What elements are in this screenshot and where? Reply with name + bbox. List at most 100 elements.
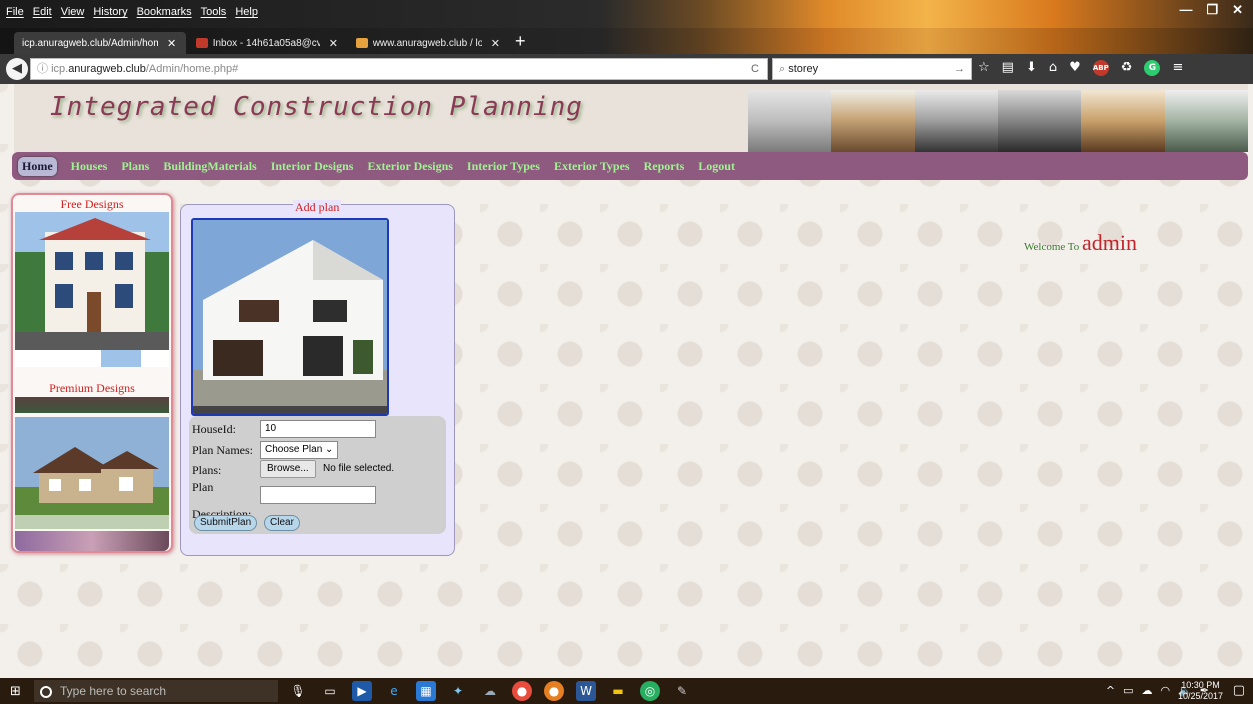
- download-icon[interactable]: ⬇: [1026, 60, 1037, 76]
- nav-logout[interactable]: Logout: [698, 159, 735, 174]
- site-title: Integrated Construction Planning: [50, 92, 583, 122]
- battery-icon[interactable]: ▭: [1123, 684, 1133, 697]
- search-icon: ⌕: [779, 63, 789, 75]
- nav-interior-types[interactable]: Interior Types: [467, 159, 540, 174]
- browser-navbar: ◀ ⓘ icp.anuragweb.club/Admin/home.php# C…: [0, 54, 1253, 84]
- premium-design-image[interactable]: [15, 417, 169, 529]
- wifi-icon[interactable]: ◠: [1160, 684, 1170, 697]
- maximize-icon[interactable]: ❐: [1206, 2, 1218, 18]
- menu-history[interactable]: History: [93, 6, 127, 18]
- taskbar-apps: 🎙 ▭ ▶ e ▦ ✦ ☁ ● ● W ▬ ◎ ✎: [288, 681, 692, 701]
- welcome-prefix: Welcome To: [1024, 241, 1080, 253]
- chevron-up-icon[interactable]: ^: [1106, 684, 1115, 697]
- taskbar-clock[interactable]: 10:30 PM 10/25/2017: [1178, 680, 1223, 702]
- adblock-icon[interactable]: ABP: [1092, 60, 1109, 76]
- store-icon[interactable]: ▦: [416, 681, 436, 701]
- reload-icon[interactable]: C: [751, 59, 759, 79]
- tab-label: Inbox - 14h61a05a8@cvsr.ac: [212, 37, 320, 49]
- nav-plans[interactable]: Plans: [121, 159, 149, 174]
- minimize-icon[interactable]: —: [1179, 2, 1192, 18]
- tab-phpmyadmin[interactable]: www.anuragweb.club / loca ✕: [348, 32, 508, 54]
- taskbar-search-placeholder: Type here to search: [60, 684, 167, 698]
- app-icon[interactable]: ✎: [672, 681, 692, 701]
- premium-strip-image: [15, 397, 169, 413]
- plan-description-input[interactable]: [260, 486, 376, 504]
- tab-close-icon[interactable]: ✕: [329, 37, 338, 50]
- nav-houses[interactable]: Houses: [71, 159, 108, 174]
- submit-plan-button[interactable]: SubmitPlan: [194, 515, 258, 531]
- menu-items: File Edit View History Bookmarks Tools H…: [6, 6, 258, 18]
- close-window-icon[interactable]: ✕: [1232, 2, 1243, 18]
- menu-help[interactable]: Help: [235, 6, 258, 18]
- taskbar-search-input[interactable]: Type here to search: [34, 680, 278, 702]
- tab-inbox[interactable]: Inbox - 14h61a05a8@cvsr.ac ✕: [188, 32, 346, 54]
- menu-view[interactable]: View: [61, 6, 85, 18]
- extension-icon[interactable]: ♻: [1121, 60, 1133, 76]
- plan-description-label-line1: Plan: [192, 480, 214, 494]
- windows-taskbar: ⊞ Type here to search 🎙 ▭ ▶ e ▦ ✦ ☁ ● ● …: [0, 678, 1253, 704]
- modern-house-drawing: [193, 220, 387, 414]
- nav-building-materials[interactable]: BuildingMaterials: [163, 159, 256, 174]
- hamburger-menu-icon[interactable]: ≡: [1172, 60, 1183, 76]
- tab-close-icon[interactable]: ✕: [491, 37, 500, 50]
- app-icon[interactable]: ◎: [640, 681, 660, 701]
- tab-admin-home[interactable]: icp.anuragweb.club/Admin/hom ✕: [14, 32, 186, 54]
- house-id-input[interactable]: 10: [260, 420, 376, 438]
- chrome-icon[interactable]: ●: [512, 681, 532, 701]
- reading-list-icon[interactable]: ▤: [1002, 60, 1014, 76]
- menu-bookmarks[interactable]: Bookmarks: [137, 6, 192, 18]
- banner-photo: [831, 90, 915, 152]
- search-go-icon[interactable]: →: [954, 59, 965, 79]
- tab-close-icon[interactable]: ✕: [167, 37, 176, 50]
- welcome-message: Welcome To admin: [1024, 230, 1137, 256]
- plan-names-label: Plan Names:: [192, 443, 253, 457]
- plan-names-select[interactable]: Choose Plan ⌄: [260, 441, 339, 459]
- url-path: /Admin/home.php#: [145, 63, 239, 75]
- new-tab-button[interactable]: +: [515, 31, 526, 52]
- word-icon[interactable]: W: [576, 681, 596, 701]
- url-bar[interactable]: ⓘ icp.anuragweb.club/Admin/home.php# C: [30, 58, 768, 80]
- menu-edit[interactable]: Edit: [33, 6, 52, 18]
- chevron-down-icon: ⌄: [325, 444, 334, 455]
- banner-photo: [997, 90, 1082, 152]
- banner-photo: [1164, 90, 1248, 152]
- menu-file[interactable]: File: [6, 6, 24, 18]
- browser-menubar: File Edit View History Bookmarks Tools H…: [0, 0, 1253, 28]
- premium-designs-heading: Premium Designs: [49, 381, 135, 395]
- nav-exterior-types[interactable]: Exterior Types: [554, 159, 630, 174]
- nav-reports[interactable]: Reports: [644, 159, 685, 174]
- windows-start-icon[interactable]: ⊞: [10, 684, 21, 699]
- browse-button[interactable]: Browse...: [260, 460, 316, 478]
- free-design-image[interactable]: [15, 212, 169, 367]
- sidebar-bottom-image: [15, 531, 169, 551]
- back-button[interactable]: ◀: [6, 58, 28, 80]
- bookmark-star-icon[interactable]: ☆: [978, 60, 990, 76]
- visual-studio-icon[interactable]: ▶: [352, 681, 372, 701]
- browser-search-input[interactable]: ⌕ storey →: [772, 58, 972, 80]
- designs-sidebar: Free Designs Premium Designs: [11, 193, 173, 553]
- app-icon[interactable]: ☁: [480, 681, 500, 701]
- nav-exterior-designs[interactable]: Exterior Designs: [367, 159, 452, 174]
- info-icon[interactable]: ⓘ: [37, 63, 48, 75]
- firefox-icon[interactable]: ●: [544, 681, 564, 701]
- onedrive-icon[interactable]: ☁: [1141, 684, 1152, 697]
- menu-tools[interactable]: Tools: [201, 6, 227, 18]
- banner-photo: [748, 90, 832, 152]
- pocket-icon[interactable]: ♥: [1069, 60, 1081, 76]
- home-icon[interactable]: ⌂: [1049, 60, 1057, 76]
- browser-toolbar: ☆ ▤ ⬇ ⌂ ♥ ABP ♻ G ≡: [978, 60, 1183, 76]
- microphone-icon[interactable]: 🎙: [288, 681, 308, 701]
- edge-icon[interactable]: e: [384, 681, 404, 701]
- grammarly-icon[interactable]: G: [1144, 60, 1161, 76]
- clear-button[interactable]: Clear: [264, 515, 300, 531]
- notification-icon[interactable]: ▢: [1233, 683, 1245, 698]
- nav-home[interactable]: Home: [18, 156, 57, 176]
- url-host: anuragweb.club: [68, 63, 146, 75]
- app-icon[interactable]: ✦: [448, 681, 468, 701]
- add-plan-legend: Add plan: [293, 200, 342, 215]
- free-design-house-drawing: [15, 212, 169, 367]
- banner-photo: [1081, 90, 1165, 152]
- file-explorer-icon[interactable]: ▬: [608, 681, 628, 701]
- nav-interior-designs[interactable]: Interior Designs: [271, 159, 354, 174]
- task-view-icon[interactable]: ▭: [320, 681, 340, 701]
